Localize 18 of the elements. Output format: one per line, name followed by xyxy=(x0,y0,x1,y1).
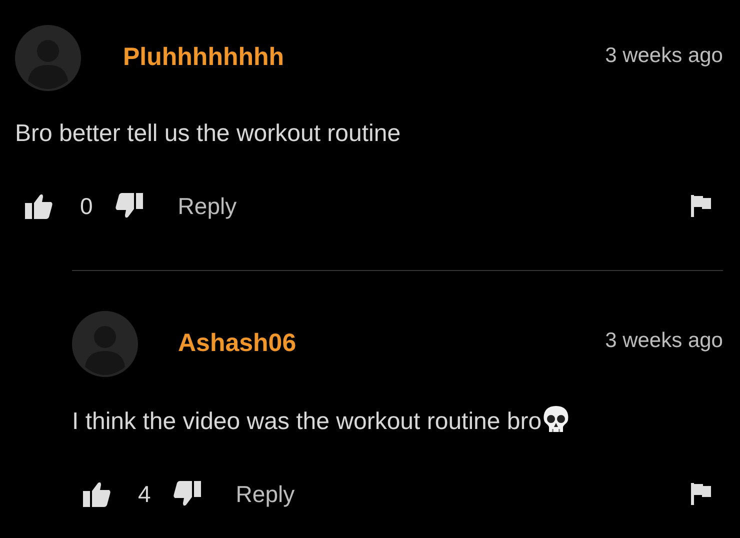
like-count: 4 xyxy=(138,480,151,508)
username[interactable]: Ashash06 xyxy=(178,324,296,362)
like-count: 0 xyxy=(80,192,93,221)
thumbs-down-icon[interactable] xyxy=(114,193,143,220)
thumbs-down-icon[interactable] xyxy=(172,480,201,507)
thumbs-up-icon[interactable] xyxy=(25,193,53,220)
flag-icon[interactable] xyxy=(691,482,711,505)
thumbs-up-icon[interactable] xyxy=(83,480,111,507)
timestamp: 3 weeks ago xyxy=(605,328,723,354)
timestamp: 3 weeks ago xyxy=(605,42,723,69)
avatar-icon xyxy=(15,25,81,91)
reply-button[interactable]: Reply xyxy=(236,476,295,511)
username[interactable]: Pluhhhhhhhh xyxy=(123,39,284,77)
avatar-icon xyxy=(72,310,138,376)
comment-text: I think the video was the workout routine bro xyxy=(72,408,542,434)
comment-text: Bro better tell us the workout routine xyxy=(15,120,401,147)
flag-icon[interactable] xyxy=(691,195,711,218)
reply-button[interactable]: Reply xyxy=(178,189,237,224)
